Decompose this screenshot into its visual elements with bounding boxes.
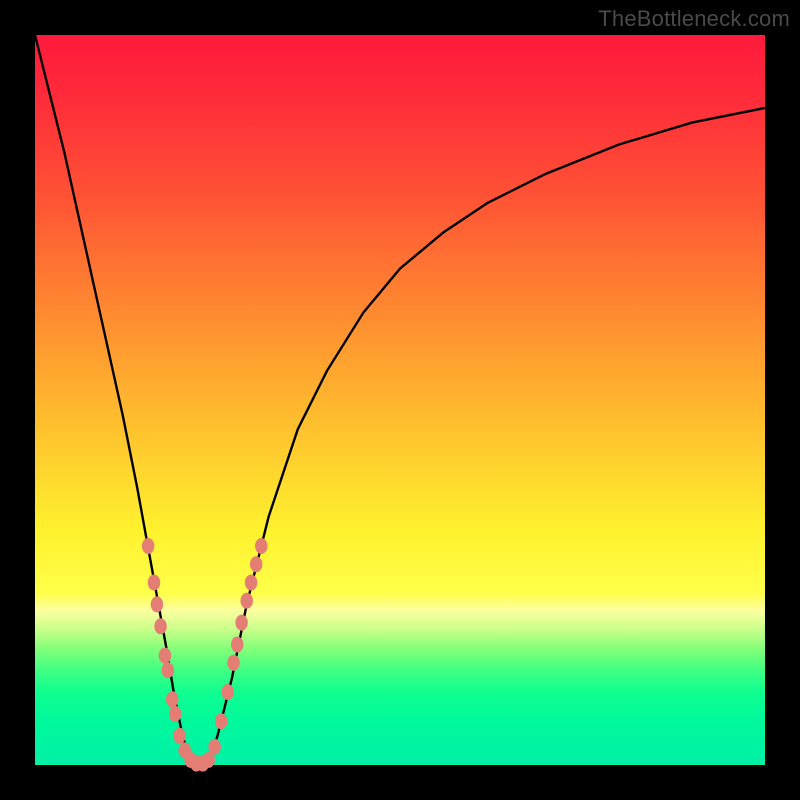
bottleneck-curve <box>35 35 765 765</box>
data-marker <box>169 706 182 722</box>
data-marker <box>166 691 179 707</box>
chart-svg <box>35 35 765 765</box>
data-marker <box>159 648 172 664</box>
chart-frame: TheBottleneck.com <box>0 0 800 800</box>
data-marker <box>231 637 244 653</box>
data-marker <box>250 556 263 572</box>
data-marker <box>154 618 167 634</box>
data-marker <box>148 575 161 591</box>
data-marker <box>208 739 221 755</box>
data-marker <box>151 596 164 612</box>
data-marker <box>215 713 228 729</box>
data-marker <box>173 728 186 744</box>
data-marker <box>240 593 253 609</box>
data-marker <box>142 538 155 554</box>
watermark-text: TheBottleneck.com <box>598 6 790 32</box>
data-marker <box>162 662 175 678</box>
plot-area <box>35 35 765 765</box>
data-marker <box>245 575 258 591</box>
data-marker <box>221 684 234 700</box>
data-marker <box>227 655 240 671</box>
data-marker <box>235 615 248 631</box>
data-markers <box>142 538 268 772</box>
data-marker <box>255 538 267 554</box>
